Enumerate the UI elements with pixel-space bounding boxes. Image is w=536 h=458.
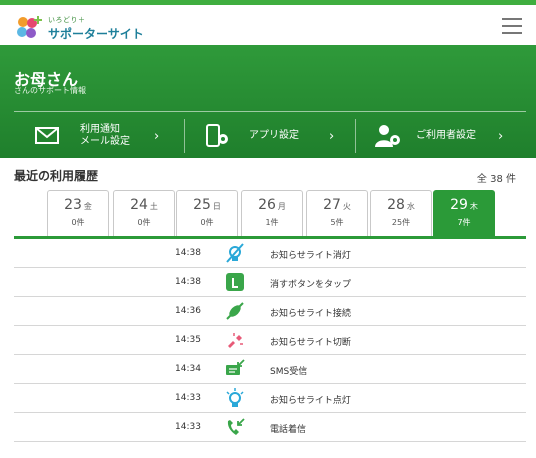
mail-icon (35, 127, 59, 144)
day-count: 5件 (330, 218, 344, 227)
day-count: 0件 (200, 218, 214, 227)
event-label: お知らせライト点灯 (270, 396, 351, 406)
tap-icon (226, 273, 244, 291)
day-weekday: 木 (469, 202, 478, 211)
plug-connect-icon (226, 302, 244, 320)
day-weekday: 月 (277, 202, 286, 211)
event-time: 14:38 (175, 248, 201, 258)
day-count: 0件 (137, 218, 151, 227)
light-off-icon (226, 243, 244, 263)
event-time: 14:33 (175, 393, 201, 403)
day-weekday: 水 (406, 202, 415, 211)
event-label: お知らせライト消灯 (270, 251, 351, 261)
day-date: 29 木 (450, 197, 478, 213)
user-settings-button[interactable]: ご利用者設定 › (356, 118, 526, 156)
day-weekday: 火 (342, 202, 351, 211)
history-row: 14:36 お知らせライト接続 (14, 297, 526, 326)
day-weekday: 金 (83, 202, 92, 211)
brand-name[interactable]: サポーターサイト (48, 25, 144, 42)
plug-disconnect-icon (228, 333, 243, 348)
light-on-icon (226, 388, 244, 407)
event-time: 14:34 (175, 364, 201, 374)
event-time: 14:36 (175, 306, 201, 316)
history-row: 14:33 電話着信 (14, 413, 526, 442)
history-row: 14:33 お知らせライト点灯 (14, 384, 526, 413)
event-label: お知らせライト接続 (270, 309, 351, 319)
mail-settings-label-2: メール設定 (80, 136, 130, 147)
day-count: 25件 (391, 218, 411, 227)
brand-subtitle: いろどり＋ (48, 16, 86, 24)
day-date: 26 月 (258, 197, 286, 213)
phone-gear-icon (206, 124, 228, 147)
history-row: 14:35 お知らせライト切断 (14, 326, 526, 355)
history-row: 14:38 お知らせライト消灯 (14, 239, 526, 268)
day-date: 27 火 (323, 197, 351, 213)
day-tab-25[interactable]: 25 日 0件 (176, 190, 238, 236)
user-gear-icon (375, 125, 400, 147)
day-count: 1件 (265, 218, 279, 227)
history-row: 14:38 消すボタンをタップ (14, 268, 526, 297)
day-date: 23 金 (64, 197, 92, 213)
event-label: お知らせライト切断 (270, 338, 351, 348)
event-label: 消すボタンをタップ (270, 280, 352, 290)
day-weekday: 日 (212, 202, 221, 211)
hamburger-menu-icon[interactable] (502, 18, 524, 34)
chevron-right-icon: › (498, 129, 504, 144)
app-settings-label: アプリ設定 (249, 130, 299, 141)
event-time: 14:33 (175, 422, 201, 432)
day-tab-28[interactable]: 28 水 25件 (370, 190, 432, 236)
user-subtitle: さんのサポート情報 (14, 86, 86, 95)
event-time: 14:38 (175, 277, 201, 287)
day-tab-27[interactable]: 27 火 5件 (306, 190, 368, 236)
day-tab-26[interactable]: 26 月 1件 (241, 190, 303, 236)
day-date: 25 日 (193, 197, 221, 213)
event-label: 電話着信 (270, 425, 307, 435)
incoming-call-icon (227, 418, 245, 435)
event-time: 14:35 (175, 335, 201, 345)
day-count: 0件 (71, 218, 85, 227)
user-settings-label: ご利用者設定 (416, 130, 476, 141)
event-label: SMS受信 (270, 367, 308, 377)
day-date: 24 土 (130, 197, 158, 213)
sms-icon (226, 359, 245, 375)
chevron-right-icon: › (329, 129, 335, 144)
chevron-right-icon: › (154, 129, 160, 144)
history-row: 14:34 SMS受信 (14, 355, 526, 384)
mail-settings-label-1: 利用通知 (80, 124, 120, 135)
mail-settings-button[interactable]: 利用通知 メール設定 › (14, 118, 184, 156)
user-banner: お母さん さんのサポート情報 利用通知 メール設定 › アプリ設定 › ご利用者… (0, 45, 536, 158)
site-header: いろどり＋ サポーターサイト (0, 5, 536, 43)
history-title: 最近の利用履歴 (14, 169, 99, 183)
day-tab-23[interactable]: 23 金 0件 (47, 190, 109, 236)
day-weekday: 土 (149, 202, 158, 211)
day-tab-29[interactable]: 29 木 7件 (433, 190, 495, 236)
day-count: 7件 (457, 218, 471, 227)
day-date: 28 水 (387, 197, 415, 213)
brand-logo-icon[interactable] (14, 14, 44, 42)
history-total: 全 38 件 (476, 174, 516, 185)
banner-divider (14, 111, 526, 112)
app-settings-button[interactable]: アプリ設定 › (185, 118, 355, 156)
day-tab-24[interactable]: 24 土 0件 (113, 190, 175, 236)
